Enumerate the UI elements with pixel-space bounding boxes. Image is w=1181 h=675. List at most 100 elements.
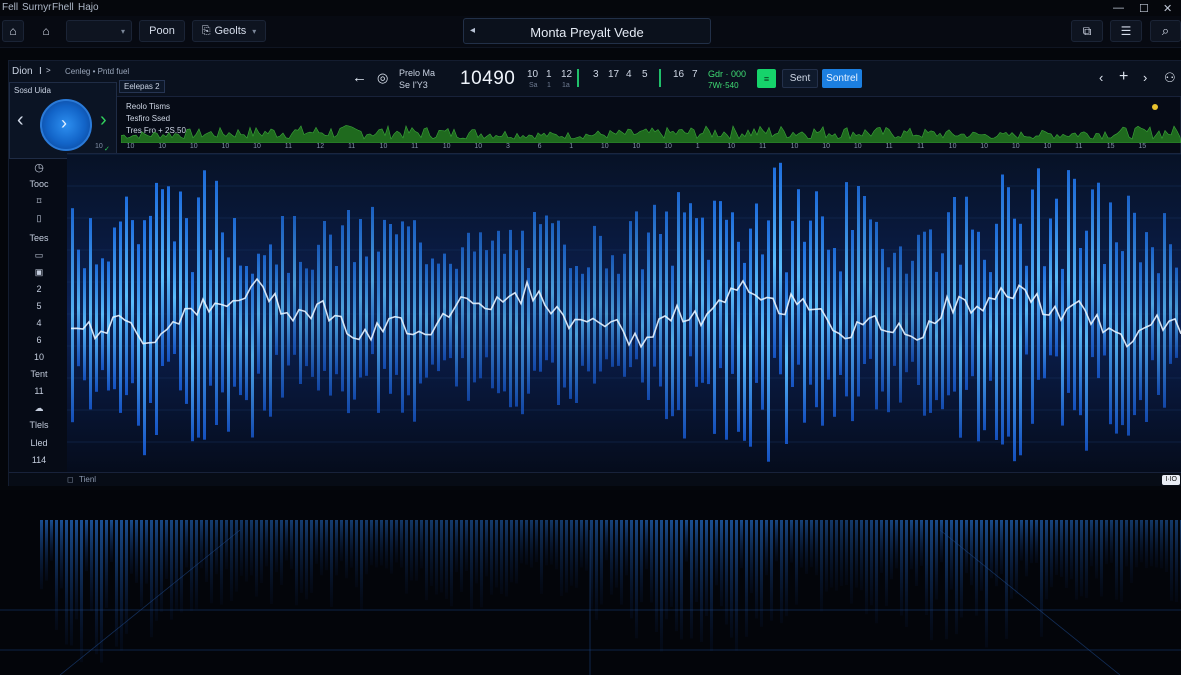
- sidebar-item-9[interactable]: 11: [15, 386, 63, 396]
- wave-bar: [1049, 218, 1052, 356]
- reflection-bar: [1160, 520, 1163, 569]
- bookmark-button[interactable]: ⌂: [32, 20, 60, 42]
- menu-item-3[interactable]: Fhell: [52, 2, 74, 13]
- loop-toggle[interactable]: ≡: [757, 69, 776, 88]
- reflection-bar: [1075, 520, 1078, 600]
- sidebar-item-7[interactable]: 10: [15, 352, 63, 362]
- control-button[interactable]: Sontrel: [822, 69, 862, 88]
- reflection-bar: [515, 520, 518, 584]
- reflection-bar: [340, 520, 343, 562]
- sidebar-item-5[interactable]: 4: [15, 318, 63, 328]
- wave-bar: [191, 272, 194, 442]
- add-icon[interactable]: +: [1119, 68, 1128, 86]
- reflection-bar: [420, 520, 423, 569]
- list-button[interactable]: ☰: [1110, 20, 1142, 42]
- geolts-button[interactable]: ⎘ Geolts ▾: [192, 20, 266, 42]
- sidebar-item-3[interactable]: 2: [15, 284, 63, 294]
- sidebar-item-11[interactable]: Lled: [15, 438, 63, 448]
- menu-item-4[interactable]: Hajo: [78, 2, 99, 13]
- time-display: 10490: [460, 68, 516, 89]
- project-title-field[interactable]: ◂ Monta Preyalt Vede: [463, 18, 711, 44]
- reflection-bar: [915, 520, 918, 586]
- preset-selector[interactable]: Eelepas 2: [119, 80, 165, 93]
- wave-bar: [767, 220, 770, 462]
- prev-icon[interactable]: ‹: [17, 109, 24, 132]
- reflection-bar: [1155, 520, 1158, 568]
- notes-icon[interactable]: ▯: [15, 213, 63, 224]
- sidebar-item-8[interactable]: Tent: [15, 369, 63, 379]
- ruler-tick: 10: [221, 143, 230, 150]
- close-button[interactable]: ✕: [1163, 2, 1172, 15]
- record-icon[interactable]: ◎: [377, 70, 388, 86]
- chevron-down-icon: ▾: [120, 26, 125, 36]
- reflection-bar: [440, 520, 443, 593]
- reflection-bar: [845, 520, 848, 585]
- cloud-icon[interactable]: ☁: [15, 403, 63, 414]
- sidebar-item-6[interactable]: 6: [15, 335, 63, 345]
- wave-bar: [179, 191, 182, 391]
- sidebar-item-2[interactable]: Tees: [15, 233, 63, 243]
- reflection-bar: [725, 520, 728, 625]
- play-icon: ›: [61, 113, 67, 133]
- wave-bar: [683, 212, 686, 439]
- sidebar-item-1[interactable]: Tooc: [15, 179, 63, 189]
- main-waveform[interactable]: [67, 154, 1181, 472]
- wave-bar: [143, 220, 146, 456]
- reflection-bar: [1140, 520, 1143, 563]
- wave-bar: [341, 225, 344, 392]
- undo-icon[interactable]: ‹: [1099, 70, 1103, 85]
- reflection-bar: [1050, 520, 1053, 588]
- menu-bar: Fell Surnyr Fhell Hajo — ☐ ✕: [0, 0, 1181, 16]
- wave-bar: [1091, 189, 1094, 358]
- ruler-tick: 10: [1011, 143, 1020, 150]
- reflection-bar: [130, 520, 133, 574]
- view-dropdown[interactable]: ▾: [66, 20, 132, 42]
- sidebar-item-12[interactable]: 114: [15, 455, 63, 465]
- back-arrow-icon[interactable]: ←: [352, 69, 367, 86]
- redo-icon[interactable]: ›: [1143, 70, 1147, 85]
- user-icon[interactable]: ⚇: [1164, 70, 1176, 86]
- reflection-bar: [120, 520, 123, 651]
- menu-item-file[interactable]: Fell: [2, 2, 18, 13]
- marker-dot: [1152, 104, 1158, 110]
- reflection-bar: [825, 520, 828, 592]
- range-top: Gdr · 000: [708, 69, 747, 79]
- reflection-bar: [260, 520, 263, 583]
- overview-waveform[interactable]: [121, 117, 1181, 143]
- ruler-tick: 10: [790, 143, 799, 150]
- sidebar-item-10[interactable]: Tlels: [15, 420, 63, 430]
- next-icon[interactable]: ›: [100, 109, 107, 132]
- wave-bar: [467, 232, 470, 401]
- minimize-button[interactable]: —: [1113, 2, 1124, 14]
- wave-bar: [533, 212, 536, 371]
- sidebar-item-4[interactable]: 5: [15, 301, 63, 311]
- reflection-bar: [210, 520, 213, 604]
- ruler-tick: 11: [411, 143, 419, 150]
- reflection-bar: [590, 520, 593, 609]
- reflection-bar: [925, 520, 928, 615]
- reflection-bar: [275, 520, 278, 573]
- restore-button[interactable]: ☐: [1139, 2, 1149, 15]
- reflection-bar: [660, 520, 663, 652]
- wave-bar: [125, 196, 128, 396]
- time-ruler[interactable]: 10 10 10 10 10 10 11 12 11 10 11 10 10 3 6 1 10 10 10 1 10 11…: [67, 142, 1181, 154]
- menu-item-2[interactable]: Surnyr: [22, 2, 51, 13]
- tab-dion[interactable]: Dion: [12, 66, 33, 77]
- search-button[interactable]: ⌕: [1150, 20, 1181, 42]
- wave-bar: [611, 255, 614, 367]
- sent-button[interactable]: Sent: [782, 69, 818, 88]
- reflection-bar: [565, 520, 568, 593]
- reflection-bar: [1000, 520, 1003, 575]
- image-icon[interactable]: ▣: [15, 267, 63, 278]
- reflection-bar: [400, 520, 403, 568]
- clock-icon[interactable]: ◷: [15, 161, 63, 174]
- tag-icon[interactable]: ⌑: [15, 196, 63, 207]
- copy-button[interactable]: ⧉: [1071, 20, 1103, 42]
- reflection-bar: [485, 520, 488, 577]
- wave-bar: [275, 264, 278, 355]
- screen-icon[interactable]: ▭: [15, 250, 63, 261]
- reflection-bar: [345, 520, 348, 579]
- home-button[interactable]: ⌂: [2, 20, 24, 42]
- poon-button[interactable]: Poon: [139, 20, 185, 42]
- reflection-bar: [960, 520, 963, 618]
